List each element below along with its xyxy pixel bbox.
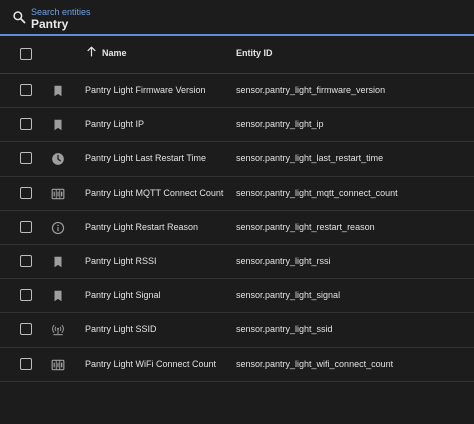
clock-icon: [51, 152, 65, 166]
row-checkbox[interactable]: [20, 323, 32, 336]
entity-name: Pantry Light Restart Reason: [85, 221, 199, 232]
search-bar: Search entities: [0, 0, 474, 36]
entity-id: sensor.pantry_light_last_restart_time: [236, 153, 384, 164]
entity-id: sensor.pantry_light_ssid: [236, 324, 333, 335]
bookmark-icon: [51, 255, 65, 269]
entity-list: Pantry Light Firmware Version sensor.pant…: [0, 74, 474, 382]
entity-name: Pantry Light Firmware Version: [85, 85, 206, 95]
entity-name: Pantry Light RSSI: [85, 255, 157, 266]
entity-id: sensor.pantry_light_signal: [236, 290, 341, 301]
table-header: Name Entity ID: [0, 36, 474, 74]
table-row[interactable]: Pantry Light Firmware Version sensor.pant…: [0, 74, 474, 109]
table-row[interactable]: Pantry Light SSID sensor.pantry_light_ssi…: [0, 313, 474, 348]
table-row[interactable]: Pantry Light RSSI sensor.pantry_light_rss…: [0, 245, 474, 280]
entity-id: sensor.pantry_light_wifi_connect_count: [236, 358, 394, 369]
row-checkbox[interactable]: [20, 220, 32, 233]
counter-icon: [51, 358, 65, 372]
search-input[interactable]: [31, 17, 431, 31]
row-checkbox[interactable]: [20, 254, 32, 267]
entity-name: Pantry Light Signal: [85, 290, 161, 301]
row-checkbox[interactable]: [20, 118, 32, 131]
row-checkbox[interactable]: [20, 357, 32, 370]
search-icon[interactable]: [12, 10, 26, 24]
select-all-checkbox[interactable]: [20, 48, 32, 60]
entity-id: sensor.pantry_light_restart_reason: [236, 221, 375, 232]
table-row[interactable]: Pantry Light Last Restart Time sensor.pan…: [0, 142, 474, 177]
entity-name: Pantry Light Last Restart Time: [85, 153, 207, 164]
table-row[interactable]: Pantry Light Restart Reason sensor.pantry…: [0, 211, 474, 245]
row-checkbox[interactable]: [20, 152, 32, 165]
entity-id: sensor.pantry_light_ip: [236, 119, 324, 130]
information-icon: [51, 221, 65, 235]
row-checkbox[interactable]: [20, 84, 32, 96]
counter-icon: [51, 187, 65, 201]
table-row[interactable]: Pantry Light WiFi Connect Count sensor.pa…: [0, 348, 474, 382]
entity-name: Pantry Light WiFi Connect Count: [85, 358, 217, 369]
bookmark-icon: [51, 289, 65, 303]
table-row[interactable]: Pantry Light MQTT Connect Count sensor.pa…: [0, 177, 474, 211]
table-row[interactable]: Pantry Light IP sensor.pantry_light_ip: [0, 108, 474, 143]
access-point-icon: [51, 323, 65, 337]
column-header-name[interactable]: Name: [102, 48, 127, 58]
entity-name: Pantry Light SSID: [85, 324, 157, 335]
row-checkbox[interactable]: [20, 186, 32, 199]
search-label: Search entities: [31, 7, 91, 17]
table-row[interactable]: Pantry Light Signal sensor.pantry_light_s…: [0, 279, 474, 314]
bookmark-icon: [51, 84, 65, 98]
column-header-entity-id[interactable]: Entity ID: [236, 48, 273, 58]
entity-name: Pantry Light IP: [85, 119, 145, 130]
entity-id: sensor.pantry_light_mqtt_connect_count: [236, 187, 398, 198]
entity-name: Pantry Light MQTT Connect Count: [85, 187, 224, 198]
bookmark-icon: [51, 118, 65, 132]
entity-id: sensor.pantry_light_firmware_version: [236, 85, 386, 95]
row-checkbox[interactable]: [20, 289, 32, 302]
entity-id: sensor.pantry_light_rssi: [236, 255, 331, 266]
sort-ascending-arrow-icon[interactable]: [85, 45, 98, 58]
